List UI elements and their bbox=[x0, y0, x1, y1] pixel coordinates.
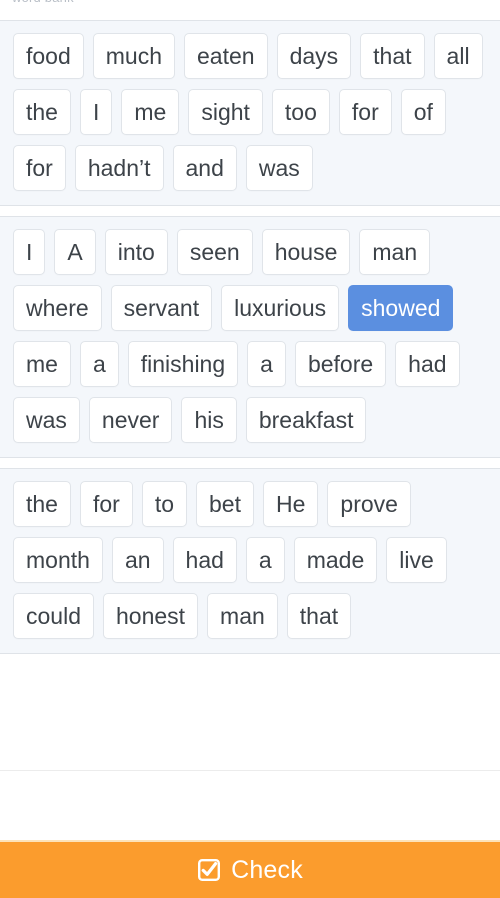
word-tile[interactable]: food bbox=[13, 33, 84, 79]
word-tile[interactable]: of bbox=[400, 89, 446, 135]
word-tile[interactable]: house bbox=[261, 229, 351, 275]
word-tile[interactable]: much bbox=[92, 33, 176, 79]
word-tile[interactable]: days bbox=[276, 33, 352, 79]
word-row: for hadn’t and was bbox=[13, 145, 500, 191]
word-tile[interactable]: had bbox=[172, 537, 237, 583]
word-tile[interactable]: I bbox=[79, 89, 113, 135]
word-tile[interactable]: hadn’t bbox=[74, 145, 164, 191]
word-tile[interactable]: too bbox=[271, 89, 330, 135]
word-rows: food much eaten days that all the Ime sight too fo… bbox=[13, 33, 500, 191]
word-tile[interactable]: for bbox=[338, 89, 392, 135]
word-tile[interactable]: a bbox=[79, 341, 119, 387]
word-tile[interactable]: where bbox=[13, 285, 102, 331]
word-row: month an had a made live bbox=[13, 537, 500, 583]
word-row: me a finishing a before had bbox=[13, 341, 500, 387]
word-tile[interactable]: was bbox=[245, 145, 313, 191]
word-tile[interactable]: I bbox=[13, 229, 46, 275]
check-button-label: Check bbox=[231, 855, 303, 884]
word-rows: I Ainto seen house man where servant luxurious s… bbox=[13, 229, 500, 443]
word-tile[interactable]: live bbox=[386, 537, 447, 583]
word-tile[interactable]: an bbox=[111, 537, 164, 583]
word-tile[interactable]: me bbox=[13, 341, 71, 387]
word-tile[interactable]: month bbox=[13, 537, 103, 583]
word-group: food much eaten days that all the Ime sight too fo… bbox=[0, 20, 500, 206]
checkbox-checked-icon bbox=[197, 858, 221, 882]
word-tile[interactable]: breakfast bbox=[245, 397, 367, 443]
word-group: the for to bet He prove month an had a made live cou… bbox=[0, 468, 500, 654]
word-tile[interactable]: the bbox=[13, 89, 71, 135]
word-tile[interactable]: a bbox=[247, 341, 286, 387]
word-tile[interactable]: had bbox=[395, 341, 460, 387]
clipped-header-strip: word bank bbox=[0, 0, 500, 20]
word-tile[interactable]: the bbox=[13, 481, 71, 527]
word-tile[interactable]: man bbox=[359, 229, 431, 275]
word-tile[interactable]: made bbox=[293, 537, 378, 583]
word-tile[interactable]: seen bbox=[176, 229, 253, 275]
word-tile[interactable]: his bbox=[181, 397, 237, 443]
word-tile[interactable]: and bbox=[172, 145, 237, 191]
word-rows: the for to bet He prove month an had a made live cou… bbox=[13, 481, 500, 639]
word-tile[interactable]: bet bbox=[196, 481, 254, 527]
exercise-screen: word bank foodmucheatendaysthatalltheIme… bbox=[0, 0, 500, 898]
word-tile[interactable]: prove bbox=[327, 481, 411, 527]
word-tile[interactable]: A bbox=[54, 229, 96, 275]
word-tile[interactable]: He bbox=[263, 481, 319, 527]
word-group: I Ainto seen house man where servant luxurious s… bbox=[0, 216, 500, 458]
check-button[interactable]: Check bbox=[0, 840, 500, 898]
word-tile[interactable]: luxurious bbox=[221, 285, 340, 331]
word-tile[interactable]: never bbox=[88, 397, 173, 443]
word-tile[interactable]: all bbox=[433, 33, 483, 79]
word-tile[interactable]: eaten bbox=[184, 33, 268, 79]
word-row: I Ainto seen house man bbox=[13, 229, 500, 275]
word-row: the Ime sight too for of bbox=[13, 89, 500, 135]
word-tile[interactable]: that bbox=[360, 33, 425, 79]
word-tile[interactable]: that bbox=[286, 593, 352, 639]
word-row: the for to bet He prove bbox=[13, 481, 500, 527]
word-tile[interactable]: for bbox=[79, 481, 133, 527]
word-tile[interactable]: me bbox=[121, 89, 180, 135]
word-tile[interactable]: could bbox=[13, 593, 94, 639]
word-tile[interactable]: honest bbox=[102, 593, 199, 639]
word-row: could honest man that bbox=[13, 593, 500, 639]
clipped-header-text: word bank bbox=[12, 0, 74, 5]
word-row: food much eaten days that all bbox=[13, 33, 500, 79]
word-tile[interactable]: sight bbox=[188, 89, 263, 135]
word-tile[interactable]: into bbox=[104, 229, 168, 275]
word-tile[interactable]: to bbox=[141, 481, 188, 527]
word-tile[interactable]: was bbox=[13, 397, 80, 443]
word-row: was never his breakfast bbox=[13, 397, 500, 443]
word-tile[interactable]: man bbox=[207, 593, 278, 639]
word-tile[interactable]: for bbox=[13, 145, 66, 191]
word-row: where servant luxurious showed bbox=[13, 285, 500, 331]
word-tile[interactable]: servant bbox=[110, 285, 213, 331]
word-tile[interactable]: finishing bbox=[127, 341, 239, 387]
word-tile[interactable]: a bbox=[245, 537, 285, 583]
word-tile-selected[interactable]: showed bbox=[348, 285, 454, 331]
word-tile[interactable]: before bbox=[294, 341, 387, 387]
word-groups-area: food much eaten days that all the Ime sight too fo… bbox=[0, 20, 500, 770]
footer-spacer bbox=[0, 770, 500, 840]
